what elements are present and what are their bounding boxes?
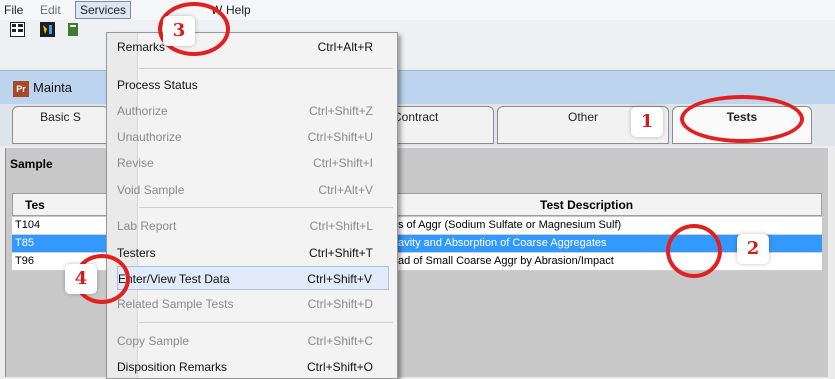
grid-icon[interactable]	[10, 22, 25, 37]
app-logo-icon: Pr	[13, 81, 29, 97]
test-code: T104	[15, 219, 41, 231]
menu-item-label: Disposition Remarks	[117, 360, 228, 374]
menu-item-label: Lab Report	[117, 219, 177, 233]
menu-item-shortcut: Ctrl+Shift+Z	[308, 104, 373, 118]
column-header-test[interactable]: Tes	[25, 198, 45, 212]
menu-item-label: Enter/View Test Data	[118, 272, 230, 286]
annotation-badge-4: 4	[65, 264, 97, 294]
menu-separator	[139, 207, 393, 208]
column-header-description[interactable]: Test Description	[540, 198, 633, 212]
menu-item-label: Unauthorize	[117, 130, 182, 144]
tab-basic-label: Basic S	[40, 110, 81, 124]
menu-item-authorize[interactable]: Authorize Ctrl+Shift+Z	[117, 99, 389, 123]
menu-separator	[139, 322, 393, 323]
menu-item-label: Process Status	[117, 78, 198, 92]
menu-item-label: Related Sample Tests	[117, 297, 234, 311]
menu-item-shortcut: Ctrl+Alt+V	[318, 183, 373, 197]
annotation-badge-3: 3	[163, 16, 195, 46]
menu-item-unauthorize[interactable]: Unauthorize Ctrl+Shift+U	[117, 125, 389, 149]
menu-item-label: Authorize	[117, 104, 168, 118]
annotation-oval-1	[680, 95, 804, 143]
menu-item-copy-sample[interactable]: Copy Sample Ctrl+Shift+C	[117, 329, 389, 353]
menu-item-shortcut: Ctrl+Alt+R	[317, 40, 373, 54]
menu-services[interactable]: Services	[75, 1, 132, 19]
menu-item-shortcut: Ctrl+Shift+V	[307, 272, 372, 286]
annotation-badge-2: 2	[737, 234, 769, 264]
menu-file[interactable]: File	[0, 2, 27, 18]
menu-item-enter-view-test-data[interactable]: Enter/View Test Data Ctrl+Shift+V	[117, 266, 389, 290]
tools-icon[interactable]	[40, 22, 55, 37]
menu-item-shortcut: Ctrl+Shift+C	[307, 334, 373, 348]
test-description: s of Aggr (Sodium Sulfate or Magnesium S…	[398, 219, 622, 231]
menu-item-remarks[interactable]: Remarks Ctrl+Alt+R	[117, 35, 389, 59]
menu-item-label: Void Sample	[117, 183, 185, 197]
menu-separator	[139, 68, 393, 69]
menu-item-related-sample-tests[interactable]: Related Sample Tests Ctrl+Shift+D	[117, 292, 389, 316]
tab-basic[interactable]: Basic S	[12, 106, 109, 144]
menu-item-process-status[interactable]: Process Status	[117, 73, 389, 97]
test-code: T85	[15, 237, 34, 249]
menu-item-void-sample[interactable]: Void Sample Ctrl+Alt+V	[117, 178, 389, 202]
menu-item-shortcut: Ctrl+Shift+L	[309, 219, 373, 233]
menu-item-shortcut: Ctrl+Shift+O	[306, 360, 373, 374]
tab-contract-label: Contract	[393, 110, 439, 124]
tab-other-label: Other	[567, 110, 598, 124]
menu-item-label: Copy Sample	[117, 334, 190, 348]
menu-help[interactable]: Help	[222, 2, 255, 18]
annotation-oval-2	[666, 224, 722, 278]
test-description: ad of Small Coarse Aggr by Abrasion/Impa…	[398, 255, 614, 267]
services-dropdown-menu: Remarks Ctrl+Alt+R Process Status Author…	[106, 32, 398, 379]
menu-item-disposition-remarks[interactable]: Disposition Remarks Ctrl+Shift+O	[117, 355, 389, 379]
test-code: T96	[15, 255, 34, 267]
document-icon[interactable]	[66, 22, 81, 37]
menu-edit[interactable]: Edit	[36, 2, 65, 18]
sample-label: Sample	[10, 157, 53, 171]
menu-item-label: Remarks	[117, 40, 166, 54]
menu-item-shortcut: Ctrl+Shift+U	[307, 130, 373, 144]
annotation-badge-1: 1	[631, 107, 663, 137]
menu-bar: File Edit Services W Help	[0, 0, 835, 21]
menu-item-lab-report[interactable]: Lab Report Ctrl+Shift+L	[117, 214, 389, 238]
menu-item-shortcut: Ctrl+Shift+D	[307, 297, 373, 311]
menu-item-label: Revise	[117, 156, 154, 170]
menu-item-shortcut: Ctrl+Shift+T	[308, 246, 373, 260]
menu-item-testers[interactable]: Testers Ctrl+Shift+T	[117, 241, 389, 265]
window-title: Mainta	[33, 80, 73, 95]
menu-item-shortcut: Ctrl+Shift+I	[312, 156, 373, 170]
tab-contract[interactable]: Contract	[392, 106, 494, 144]
test-description: avity and Absorption of Coarse Aggregate…	[398, 237, 607, 249]
menu-item-revise[interactable]: Revise Ctrl+Shift+I	[117, 151, 389, 175]
